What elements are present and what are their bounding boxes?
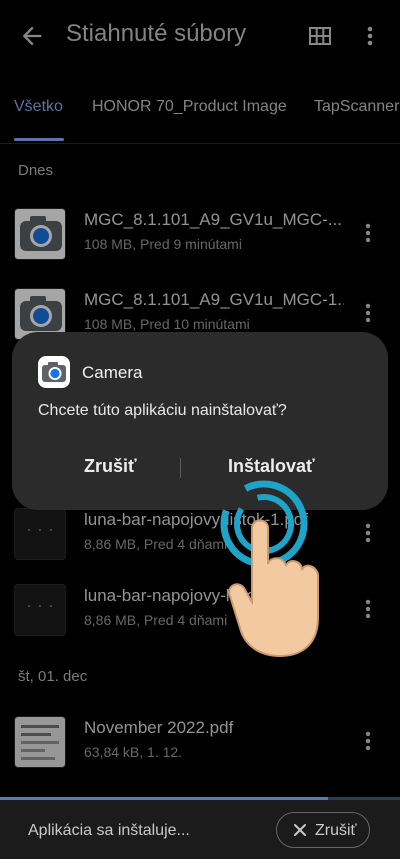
camera-app-icon: [38, 356, 70, 388]
dialog-app-name: Camera: [82, 363, 143, 382]
file-name: November 2022.pdf: [84, 718, 234, 737]
file-meta: 108 MB, Pred 10 minútami: [84, 316, 250, 332]
file-name: luna-bar-napojovy-listok.pdf: [84, 586, 293, 605]
close-icon: [294, 824, 306, 836]
file-name: MGC_8.1.101_A9_GV1u_MGC-1...: [84, 290, 344, 309]
file-options-icon[interactable]: [360, 728, 376, 754]
file-options-icon[interactable]: [360, 520, 376, 546]
dialog-install-button[interactable]: Inštalovať: [228, 456, 315, 477]
dialog-button-separator: [180, 458, 181, 478]
grid-view-icon[interactable]: [308, 24, 332, 48]
install-status-text: Aplikácia sa inštaluje...: [28, 822, 190, 839]
active-tab-indicator: [14, 138, 64, 141]
tab-tapscanner[interactable]: TapScanner: [314, 98, 399, 116]
tab-honor-70[interactable]: HONOR 70_Product Image: [92, 98, 287, 116]
cancel-install-button[interactable]: Zrušiť: [276, 812, 370, 848]
file-meta: 8,86 MB, Pred 4 dňami: [84, 536, 228, 552]
tab-all[interactable]: Všetko: [14, 98, 63, 116]
file-row[interactable]: MGC_8.1.101_A9_GV1u_MGC-... 108 MB, Pred…: [0, 198, 400, 270]
install-status-bar: Aplikácia sa inštaluje... Zrušiť: [0, 800, 400, 859]
file-name: luna-bar-napojovy-listok-1.pdf: [84, 510, 308, 529]
file-meta: 8,86 MB, Pred 4 dňami: [84, 612, 228, 628]
tab-bar: Všetko HONOR 70_Product Image TapScanner: [0, 88, 400, 144]
install-dialog: Camera Chcete túto aplikáciu nainštalova…: [12, 332, 388, 510]
file-meta: 108 MB, Pred 9 minútami: [84, 236, 242, 252]
back-arrow-icon[interactable]: [18, 22, 46, 50]
pdf-icon: [14, 716, 66, 768]
file-options-icon[interactable]: [360, 596, 376, 622]
file-row[interactable]: · · · luna-bar-napojovy-listok.pdf 8,86 …: [0, 574, 400, 646]
cancel-install-label: Zrušiť: [315, 822, 357, 839]
section-header-today: Dnes: [18, 162, 54, 179]
divider: [0, 143, 400, 144]
file-icon: · · ·: [14, 508, 66, 560]
file-name: MGC_8.1.101_A9_GV1u_MGC-...: [84, 210, 342, 229]
more-options-icon[interactable]: [360, 22, 380, 50]
section-header-date: št, 01. dec: [18, 668, 88, 685]
file-options-icon[interactable]: [360, 220, 376, 246]
page-title: Stiahnuté súbory: [66, 20, 247, 47]
file-meta: 63,84 kB, 1. 12.: [84, 744, 183, 760]
file-options-icon[interactable]: [360, 300, 376, 326]
file-row[interactable]: November 2022.pdf 63,84 kB, 1. 12.: [0, 706, 400, 778]
dialog-question: Chcete túto aplikáciu nainštalovať?: [38, 402, 287, 419]
file-icon: · · ·: [14, 584, 66, 636]
camera-icon: [14, 208, 66, 260]
dialog-cancel-button[interactable]: Zrušiť: [84, 456, 137, 477]
app-bar: Stiahnuté súbory: [0, 0, 400, 72]
